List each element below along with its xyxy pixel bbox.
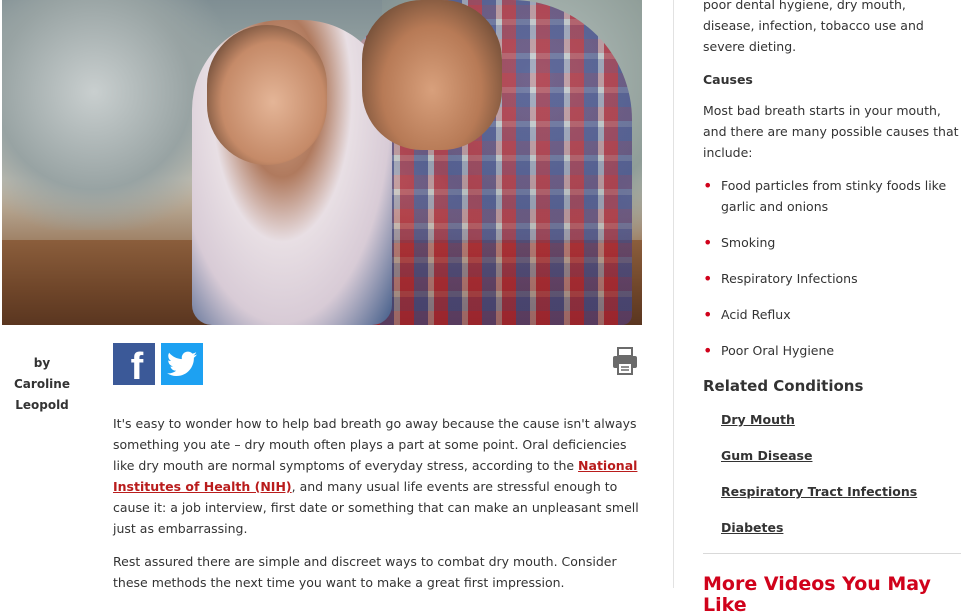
list-item: Acid Reflux	[703, 304, 961, 325]
causes-description: Most bad breath starts in your mouth, an…	[703, 103, 959, 160]
causes-list: Food particles from stinky foods like ga…	[703, 175, 961, 361]
sidebar-intro-text: poor dental hygiene, dry mouth, disease,…	[703, 0, 924, 54]
article-paragraph: Rest assured there are simple and discre…	[113, 554, 617, 590]
facebook-share-button[interactable]: f	[113, 343, 155, 388]
twitter-share-button[interactable]	[161, 343, 203, 385]
related-conditions-heading: Related Conditions	[703, 377, 864, 395]
article-paragraph: It's easy to wonder how to help bad brea…	[113, 416, 639, 536]
article-body: It's easy to wonder how to help bad brea…	[113, 413, 641, 605]
hero-image	[2, 0, 642, 325]
related-link-respiratory-tract-infections[interactable]: Respiratory Tract Infections	[721, 484, 917, 499]
related-link-gum-disease[interactable]: Gum Disease	[721, 448, 812, 463]
twitter-icon	[167, 351, 197, 376]
list-item: Poor Oral Hygiene	[703, 340, 961, 361]
related-conditions-list: Dry Mouth Gum Disease Respiratory Tract …	[703, 409, 961, 538]
author-byline: by Caroline Leopold	[14, 356, 70, 412]
sidebar: poor dental hygiene, dry mouth, disease,…	[703, 0, 961, 616]
related-link-dry-mouth[interactable]: Dry Mouth	[721, 412, 795, 427]
related-link-diabetes[interactable]: Diabetes	[721, 520, 783, 535]
more-videos-heading: More Videos You May Like	[703, 573, 931, 616]
printer-icon[interactable]	[612, 347, 638, 375]
list-item: Smoking	[703, 232, 961, 253]
causes-heading: Causes	[703, 72, 753, 87]
column-divider	[673, 0, 674, 588]
sidebar-divider	[703, 553, 961, 554]
list-item: Food particles from stinky foods like ga…	[703, 175, 961, 217]
facebook-icon: f	[130, 346, 144, 388]
list-item: Respiratory Infections	[703, 268, 961, 289]
